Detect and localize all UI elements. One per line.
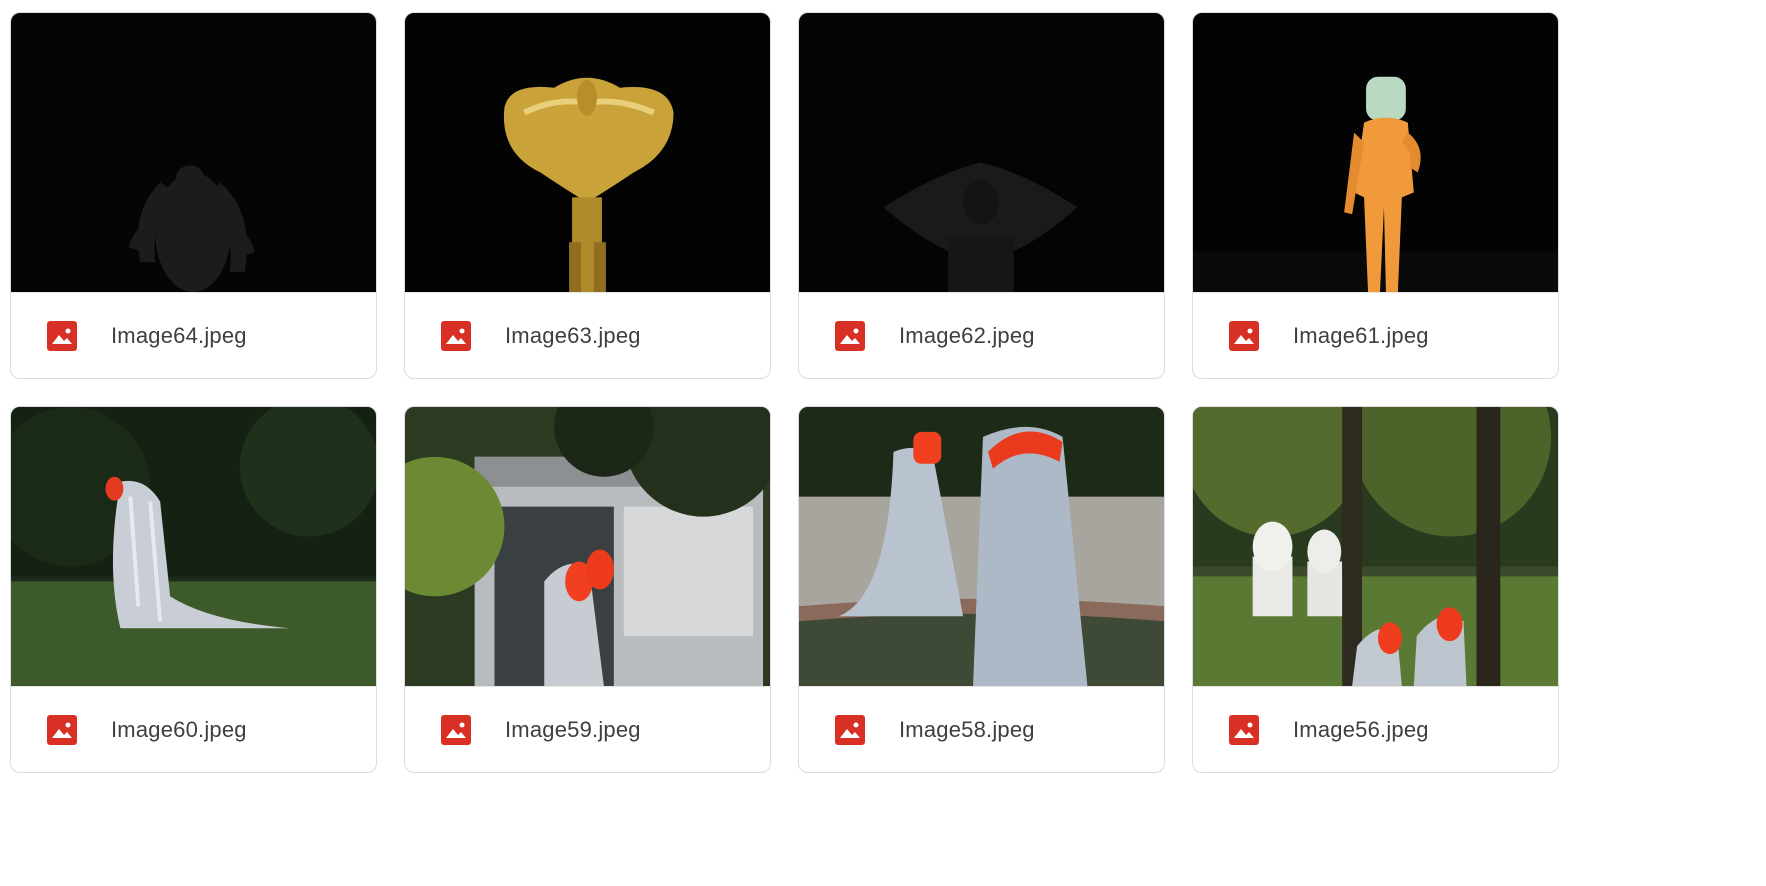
image-file-icon (1229, 321, 1259, 351)
file-footer: Image56.jpeg (1193, 687, 1558, 772)
thumbnail-silver-figures-fountain (799, 407, 1164, 687)
file-card[interactable]: Image58.jpeg (798, 406, 1165, 773)
image-file-icon (1229, 715, 1259, 745)
image-file-icon (441, 321, 471, 351)
image-file-icon (47, 321, 77, 351)
file-footer: Image62.jpeg (799, 293, 1164, 378)
thumbnail-dark-figure (11, 13, 376, 293)
image-file-icon (835, 715, 865, 745)
thumbnail-silver-figure-building (405, 407, 770, 687)
file-grid: Image64.jpeg Image63.jpeg Image62.jpeg I… (0, 0, 1766, 886)
file-footer: Image59.jpeg (405, 687, 770, 772)
file-card[interactable]: Image64.jpeg (10, 12, 377, 379)
file-name: Image60.jpeg (111, 717, 247, 742)
file-card[interactable]: Image59.jpeg (404, 406, 771, 773)
file-footer: Image64.jpeg (11, 293, 376, 378)
file-card[interactable]: Image62.jpeg (798, 12, 1165, 379)
thumbnail-dark-pillow (799, 13, 1164, 293)
thumbnail-orange-figure (1193, 13, 1558, 293)
file-card[interactable]: Image56.jpeg (1192, 406, 1559, 773)
thumbnail-gold-figure (405, 13, 770, 293)
file-footer: Image63.jpeg (405, 293, 770, 378)
file-name: Image64.jpeg (111, 323, 247, 348)
file-name: Image59.jpeg (505, 717, 641, 742)
file-name: Image61.jpeg (1293, 323, 1429, 348)
file-name: Image58.jpeg (899, 717, 1035, 742)
image-file-icon (47, 715, 77, 745)
file-card[interactable]: Image60.jpeg (10, 406, 377, 773)
thumbnail-silver-figures-garden (1193, 407, 1558, 687)
file-name: Image63.jpeg (505, 323, 641, 348)
file-footer: Image61.jpeg (1193, 293, 1558, 378)
file-footer: Image60.jpeg (11, 687, 376, 772)
image-file-icon (441, 715, 471, 745)
file-card[interactable]: Image61.jpeg (1192, 12, 1559, 379)
file-name: Image62.jpeg (899, 323, 1035, 348)
file-name: Image56.jpeg (1293, 717, 1429, 742)
file-card[interactable]: Image63.jpeg (404, 12, 771, 379)
image-file-icon (835, 321, 865, 351)
thumbnail-silver-cloak-grass (11, 407, 376, 687)
file-footer: Image58.jpeg (799, 687, 1164, 772)
